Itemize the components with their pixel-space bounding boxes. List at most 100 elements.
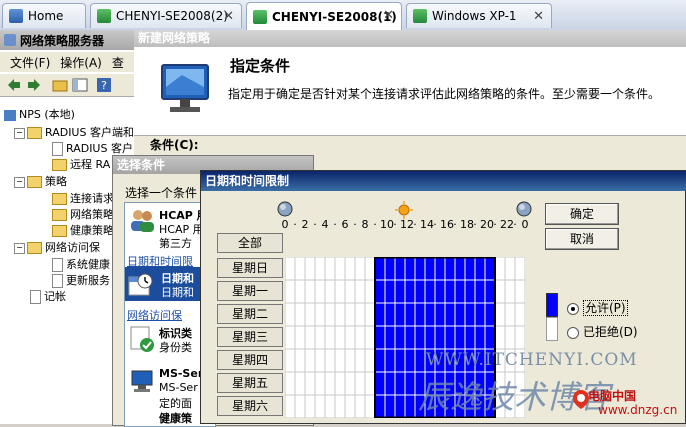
time-cell-permitted[interactable] (424, 257, 436, 281)
tree-node-radius-client[interactable]: RADIUS 客户 (52, 140, 133, 156)
time-cell-permitted[interactable] (474, 257, 486, 281)
time-cell-denied[interactable] (364, 302, 376, 327)
time-cell-permitted[interactable] (414, 279, 426, 304)
time-cell-denied[interactable] (504, 325, 516, 350)
time-cell-denied[interactable] (354, 302, 366, 327)
time-cell-permitted[interactable] (374, 371, 386, 396)
time-cell-permitted[interactable] (444, 325, 456, 350)
hour-label[interactable]: 8 (360, 218, 370, 231)
hour-label[interactable]: 4 (320, 218, 330, 231)
time-cell-permitted[interactable] (434, 302, 446, 327)
up-folder-icon[interactable] (52, 77, 68, 93)
tree-node-remote-ra[interactable]: 远程 RA (52, 156, 110, 172)
time-cell-permitted[interactable] (444, 279, 456, 304)
hour-label[interactable]: 14 (420, 218, 434, 231)
time-cell-denied[interactable] (504, 279, 516, 304)
close-icon[interactable]: ✕ (383, 8, 394, 23)
time-cell-permitted[interactable] (434, 279, 446, 304)
time-cell-permitted[interactable] (404, 302, 416, 327)
ok-button[interactable]: 确定 (545, 203, 619, 225)
time-cell-denied[interactable] (354, 394, 366, 418)
time-cell-permitted[interactable] (394, 348, 406, 373)
time-cell-denied[interactable] (324, 348, 336, 373)
tree-node-policies[interactable]: − 策略 (14, 173, 67, 189)
time-cell-denied[interactable] (334, 279, 346, 304)
time-cell-denied[interactable] (285, 257, 296, 281)
hour-label[interactable]: · (430, 218, 440, 231)
tree-node-system-health[interactable]: 系统健康 (52, 256, 110, 272)
hour-label[interactable]: 2 (300, 218, 310, 231)
time-cell-permitted[interactable] (404, 279, 416, 304)
time-cell-permitted[interactable] (404, 257, 416, 281)
time-cell-permitted[interactable] (374, 279, 386, 304)
time-cell-permitted[interactable] (474, 302, 486, 327)
hour-label[interactable]: 16 (440, 218, 454, 231)
tree-node-radius-clients[interactable]: − RADIUS 客户端和 (14, 124, 134, 140)
time-cell-denied[interactable] (354, 279, 366, 304)
hour-label[interactable]: 18 (460, 218, 474, 231)
time-cell-denied[interactable] (354, 348, 366, 373)
time-cell-permitted[interactable] (424, 325, 436, 350)
time-cell-denied[interactable] (494, 325, 506, 350)
time-cell-permitted[interactable] (444, 257, 456, 281)
hour-label[interactable]: 22 (500, 218, 514, 231)
help-icon[interactable]: ? (96, 77, 112, 93)
time-cell-denied[interactable] (344, 302, 356, 327)
time-cell-permitted[interactable] (454, 302, 466, 327)
hour-label[interactable]: 0 (280, 218, 290, 231)
time-cell-denied[interactable] (314, 279, 326, 304)
time-cell-permitted[interactable] (434, 325, 446, 350)
time-cell-permitted[interactable] (384, 257, 396, 281)
time-cell-denied[interactable] (314, 371, 326, 396)
time-cell-denied[interactable] (364, 279, 376, 304)
hour-label[interactable]: · (450, 218, 460, 231)
time-cell-denied[interactable] (294, 371, 306, 396)
time-cell-denied[interactable] (285, 279, 296, 304)
time-cell-denied[interactable] (514, 257, 525, 281)
time-cell-denied[interactable] (304, 325, 316, 350)
time-cell-denied[interactable] (334, 257, 346, 281)
time-cell-denied[interactable] (285, 348, 296, 373)
hour-label[interactable]: · (510, 218, 520, 231)
time-cell-denied[interactable] (334, 302, 346, 327)
time-cell-denied[interactable] (314, 348, 326, 373)
time-cell-denied[interactable] (304, 302, 316, 327)
time-cell-permitted[interactable] (474, 279, 486, 304)
denied-radio[interactable]: 已拒绝(D) (567, 323, 638, 340)
time-cell-denied[interactable] (334, 394, 346, 418)
time-cell-permitted[interactable] (424, 279, 436, 304)
time-cell-permitted[interactable] (464, 257, 476, 281)
time-cell-denied[interactable] (334, 348, 346, 373)
time-cell-denied[interactable] (324, 302, 336, 327)
hour-label[interactable]: · (490, 218, 500, 231)
hour-label[interactable]: · (350, 218, 360, 231)
time-cell-permitted[interactable] (434, 257, 446, 281)
time-cell-permitted[interactable] (384, 348, 396, 373)
time-cell-permitted[interactable] (404, 371, 416, 396)
time-cell-permitted[interactable] (374, 257, 386, 281)
time-cell-denied[interactable] (344, 348, 356, 373)
time-cell-permitted[interactable] (384, 279, 396, 304)
collapse-icon[interactable]: − (14, 242, 25, 254)
time-cell-denied[interactable] (494, 279, 506, 304)
hour-label[interactable]: · (370, 218, 380, 231)
time-cell-denied[interactable] (294, 279, 306, 304)
time-cell-denied[interactable] (324, 257, 336, 281)
hour-label[interactable]: · (470, 218, 480, 231)
collapse-icon[interactable]: − (14, 176, 25, 188)
time-cell-denied[interactable] (354, 257, 366, 281)
time-cell-permitted[interactable] (404, 325, 416, 350)
day-button-thursday[interactable]: 星期四 (217, 350, 283, 370)
time-cell-permitted[interactable] (394, 325, 406, 350)
time-cell-denied[interactable] (324, 279, 336, 304)
time-cell-denied[interactable] (344, 394, 356, 418)
time-cell-denied[interactable] (285, 394, 296, 418)
hour-label[interactable]: · (410, 218, 420, 231)
time-cell-permitted[interactable] (454, 325, 466, 350)
time-cell-denied[interactable] (285, 302, 296, 327)
tree-node-connection-requests[interactable]: 连接请求 (52, 190, 114, 206)
hour-label[interactable]: 6 (340, 218, 350, 231)
time-cell-permitted[interactable] (384, 325, 396, 350)
time-cell-denied[interactable] (294, 325, 306, 350)
close-icon[interactable]: ✕ (533, 9, 544, 24)
